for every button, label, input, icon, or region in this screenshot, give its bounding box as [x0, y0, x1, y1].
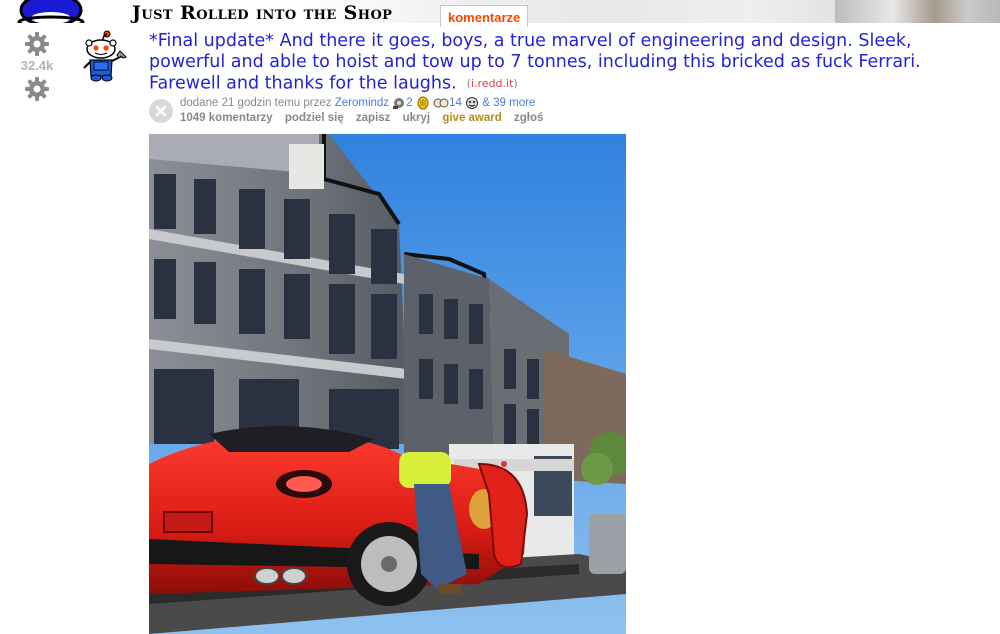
save-button[interactable]: zapisz — [356, 112, 391, 124]
header-banner-image — [835, 0, 1000, 23]
post-entry: *Final update* And there it goes, boys, … — [149, 31, 989, 95]
hide-button[interactable]: ukryj — [403, 112, 431, 124]
vote-column: 32.4k — [8, 30, 66, 103]
tagline-prefix: dodane 21 godzin temu przez — [180, 97, 332, 110]
award-count: 2 — [406, 97, 413, 110]
post-title-block: *Final update* And there it goes, boys, … — [149, 31, 989, 95]
comments-link[interactable]: 1049 komentarzy — [180, 112, 273, 124]
snoo-logo-icon[interactable] — [14, 0, 88, 23]
award-clap-icon[interactable] — [416, 96, 430, 110]
hide-post-icon[interactable] — [149, 99, 173, 123]
snoo-mechanic-thumbnail[interactable] — [76, 30, 132, 86]
downvote-gear-icon[interactable] — [23, 75, 51, 103]
subreddit-title[interactable]: Just Rolled into the Shop — [132, 3, 392, 23]
post-image[interactable] — [149, 134, 626, 634]
more-awards-link[interactable]: & 39 more — [482, 97, 535, 109]
tab-comments[interactable]: komentarze — [440, 5, 529, 27]
award-hands-icon[interactable] — [433, 96, 449, 110]
post-tagline: dodane 21 godzin temu przez Zeromindz 2 … — [180, 96, 535, 110]
award-count: 14 — [449, 97, 462, 110]
award-face-icon[interactable] — [465, 96, 479, 110]
post-domain[interactable]: (i.redd.it) — [467, 77, 518, 90]
post-title-link[interactable]: *Final update* And there it goes, boys, … — [149, 31, 921, 94]
post-buttons: 1049 komentarzy podziel się zapisz ukryj… — [180, 112, 552, 124]
share-button[interactable]: podziel się — [285, 112, 344, 124]
author-link[interactable]: Zeromindz — [335, 97, 389, 109]
report-button[interactable]: zgłoś — [514, 112, 543, 124]
give-award-button[interactable]: give award — [442, 112, 501, 124]
award-gear-icon[interactable] — [392, 96, 406, 110]
score: 32.4k — [20, 58, 54, 73]
upvote-gear-icon[interactable] — [23, 30, 51, 58]
